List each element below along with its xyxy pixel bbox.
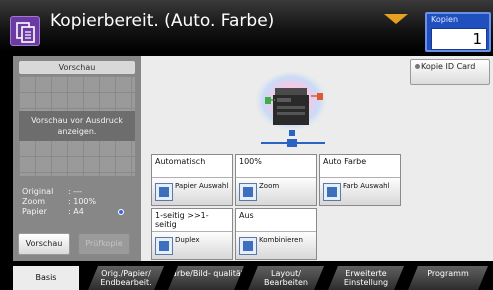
pruefkopie-button[interactable]: Prüfkopie xyxy=(78,233,130,255)
status-title: Kopierbereit. (Auto. Farbe) xyxy=(50,11,275,31)
zoom-icon xyxy=(239,183,257,201)
info-row-zoom: Zoom : 100% xyxy=(22,197,97,206)
tab-bar: Basis Orig./Papier/ Endbearbeit. Farbe/B… xyxy=(0,266,493,290)
zoom-value: 100% xyxy=(236,155,316,177)
copies-counter[interactable]: Kopien 1 xyxy=(425,12,491,52)
id-card-copy-button[interactable]: Kopie ID Card xyxy=(410,59,490,85)
copies-label: Kopien xyxy=(431,15,459,24)
tab-layout-edit[interactable]: Layout/ Bearbeiten xyxy=(248,266,324,290)
copy-app-icon xyxy=(10,16,40,46)
copies-field[interactable]: 1 xyxy=(431,28,487,50)
tab-advanced-settings[interactable]: Erweiterte Einstellung xyxy=(328,266,404,290)
info-row-original: Original : --- xyxy=(22,187,82,196)
tab-color-quality[interactable]: Farbe/Bild- qualität xyxy=(168,266,244,290)
copies-value: 1 xyxy=(472,30,482,48)
combine-key[interactable]: Aus Kombinieren xyxy=(235,208,317,260)
preview-message: Vorschau vor Ausdruck anzeigen. xyxy=(19,111,135,141)
color-select-icon xyxy=(323,183,341,201)
combine-value: Aus xyxy=(236,209,316,231)
tab-original-paper[interactable]: Orig./Papier/ Endbearbeit. xyxy=(88,266,164,290)
paper-select-button[interactable]: Papier Auswahl xyxy=(152,177,232,205)
color-select-label: Farb Auswahl xyxy=(343,182,390,190)
combine-icon xyxy=(239,237,257,255)
zoom-key[interactable]: 100% Zoom xyxy=(235,154,317,206)
duplex-icon xyxy=(155,237,173,255)
combine-label: Kombinieren xyxy=(259,236,303,244)
paper-select-value: Automatisch xyxy=(152,155,232,177)
duplex-key[interactable]: 1-seitig >>1-seitig Duplex xyxy=(151,208,233,260)
header-bar: Kopierbereit. (Auto. Farbe) Kopien 1 xyxy=(0,0,493,52)
combine-button[interactable]: Kombinieren xyxy=(236,231,316,259)
duplex-label: Duplex xyxy=(175,236,200,244)
paper-select-icon xyxy=(155,183,173,201)
tab-basis[interactable]: Basis xyxy=(13,266,79,290)
main-panel: Vorschau Vorschau vor Ausdruck anzeigen.… xyxy=(13,56,493,261)
color-select-value: Auto Farbe xyxy=(320,155,400,177)
preview-title: Vorschau xyxy=(19,61,135,74)
vorschau-button[interactable]: Vorschau xyxy=(18,233,70,255)
color-select-button[interactable]: Farb Auswahl xyxy=(320,177,400,205)
zoom-button[interactable]: Zoom xyxy=(236,177,316,205)
tab-program[interactable]: Programm xyxy=(408,266,488,290)
paper-select-label: Papier Auswahl xyxy=(175,182,229,190)
duplex-button[interactable]: Duplex xyxy=(152,231,232,259)
notification-arrow-icon[interactable] xyxy=(384,14,408,24)
radio-icon xyxy=(415,64,420,69)
duplex-value: 1-seitig >>1-seitig xyxy=(152,209,232,231)
preview-panel: Vorschau Vorschau vor Ausdruck anzeigen.… xyxy=(13,56,141,261)
machine-illustration xyxy=(239,70,339,155)
paper-select-key[interactable]: Automatisch Papier Auswahl xyxy=(151,154,233,206)
zoom-label: Zoom xyxy=(259,182,280,190)
info-row-paper: Papier : A4 xyxy=(22,207,132,217)
paper-orientation-icon xyxy=(118,209,124,215)
color-select-key[interactable]: Auto Farbe Farb Auswahl xyxy=(319,154,401,206)
job-info: Original : --- Zoom : 100% Papier : A4 xyxy=(22,187,132,217)
